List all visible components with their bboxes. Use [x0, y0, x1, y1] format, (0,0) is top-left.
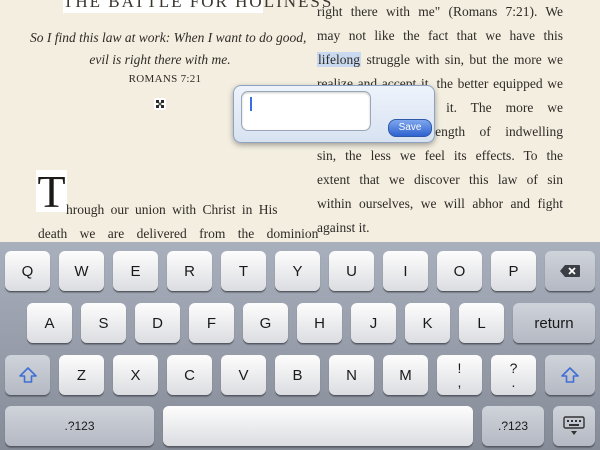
keyboard-hide-icon	[563, 416, 585, 435]
key-x[interactable]: X	[113, 355, 158, 395]
key-label-top: ?	[509, 360, 518, 376]
body-text-line: right there with me" (Romans 7:21). We	[317, 4, 563, 19]
key-d[interactable]: D	[135, 303, 180, 343]
numbers-key-right[interactable]: .?123	[482, 406, 544, 446]
body-text-line: hrough our union with Christ in His	[66, 202, 278, 217]
key-question-period[interactable]: ? .	[491, 355, 536, 395]
key-t[interactable]: T	[221, 251, 266, 291]
drop-cap: T	[36, 166, 67, 217]
key-j[interactable]: J	[351, 303, 396, 343]
key-g[interactable]: G	[243, 303, 288, 343]
key-exclaim-comma[interactable]: ! ,	[437, 355, 482, 395]
note-input[interactable]	[241, 91, 371, 131]
body-text-line: death we are delivered from the dominion	[38, 226, 319, 241]
body-text-line: may not like the fact that we have this	[317, 28, 563, 43]
key-f[interactable]: F	[189, 303, 234, 343]
key-label-top: !	[457, 360, 462, 376]
chapter-title: THE BATTLE FOR HOLINESS	[63, 0, 331, 13]
key-m[interactable]: M	[383, 355, 428, 395]
reader-page: THE BATTLE FOR HOLINESS So I find this l…	[0, 0, 600, 242]
key-s[interactable]: S	[81, 303, 126, 343]
body-text-line: against it.	[317, 220, 370, 235]
hide-keyboard-key[interactable]	[553, 406, 595, 446]
body-text-line: within ourselves, we will abhor and figh…	[317, 196, 563, 211]
text-caret	[250, 97, 252, 111]
key-k[interactable]: K	[405, 303, 450, 343]
key-e[interactable]: E	[113, 251, 158, 291]
scripture-citation: ROMANS 7:21	[128, 73, 202, 85]
key-label-bottom: .	[511, 374, 516, 390]
key-a[interactable]: A	[27, 303, 72, 343]
key-z[interactable]: Z	[59, 355, 104, 395]
return-key[interactable]: return	[513, 303, 595, 343]
highlighted-word[interactable]: lifelong	[317, 52, 361, 67]
key-i[interactable]: I	[383, 251, 428, 291]
shift-icon	[18, 367, 37, 383]
backspace-key[interactable]	[545, 251, 595, 291]
key-y[interactable]: Y	[275, 251, 320, 291]
body-text-line: sin, the less we feel its effects. To th…	[317, 148, 563, 163]
space-bar[interactable]	[163, 406, 473, 446]
key-v[interactable]: V	[221, 355, 266, 395]
key-c[interactable]: C	[167, 355, 212, 395]
shift-icon	[561, 367, 579, 383]
epigraph-line: So I find this law at work: When I want …	[30, 30, 307, 45]
body-text-line[interactable]: lifelong struggle with sin, but the more…	[317, 50, 563, 74]
key-o[interactable]: O	[437, 251, 482, 291]
key-n[interactable]: N	[329, 355, 374, 395]
body-text-line: extent that we discover this law of sin	[317, 172, 563, 187]
key-r[interactable]: R	[167, 251, 212, 291]
key-q[interactable]: Q	[5, 251, 50, 291]
numbers-key-left[interactable]: .?123	[5, 406, 154, 446]
note-popover: Save	[233, 85, 435, 143]
key-b[interactable]: B	[275, 355, 320, 395]
shift-key-right[interactable]	[545, 355, 595, 395]
key-l[interactable]: L	[459, 303, 504, 343]
key-u[interactable]: U	[329, 251, 374, 291]
key-p[interactable]: P	[491, 251, 536, 291]
epigraph-line: evil is right there with me.	[89, 52, 231, 67]
key-w[interactable]: W	[59, 251, 104, 291]
key-h[interactable]: H	[297, 303, 342, 343]
ornament-icon	[154, 98, 166, 110]
key-label-bottom: ,	[457, 374, 462, 390]
onscreen-keyboard: Q W E R T Y U I O P A S D F G H J K L re…	[0, 242, 600, 450]
save-button[interactable]: Save	[388, 119, 432, 137]
backspace-icon	[560, 265, 580, 277]
shift-key-left[interactable]	[5, 355, 50, 395]
